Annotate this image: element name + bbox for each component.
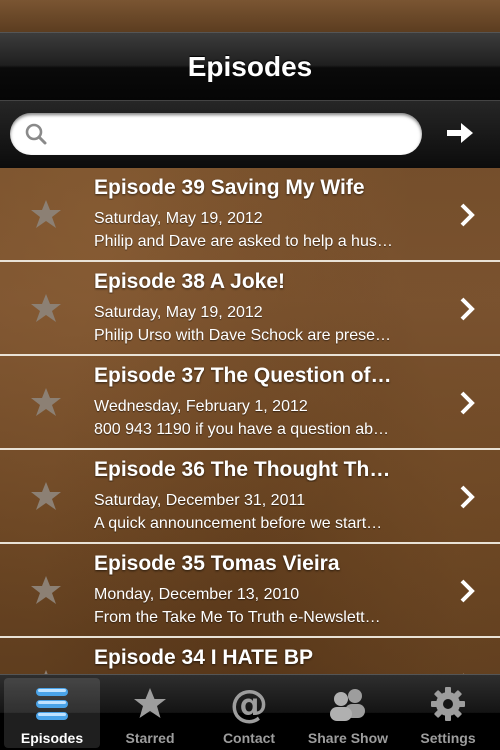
episode-date: Saturday, December 31, 2011	[94, 492, 306, 509]
chevron-right-icon	[460, 485, 475, 509]
star-icon[interactable]	[30, 292, 62, 324]
episode-row[interactable]: Episode 35 Tomas Vieira Monday, December…	[0, 544, 500, 638]
tab-starred[interactable]: Starred	[102, 678, 198, 748]
star-icon[interactable]	[30, 198, 62, 230]
star-icon[interactable]	[30, 480, 62, 512]
episode-title: Episode 38 A Joke!	[94, 270, 286, 293]
episode-title: Episode 36 The Thought Th…	[94, 458, 391, 481]
episode-row[interactable]: Episode 39 Saving My Wife Saturday, May …	[0, 168, 500, 262]
tab-settings[interactable]: Settings	[400, 678, 496, 748]
chevron-right-icon	[460, 203, 475, 227]
episode-description: 800 943 1190 if you have a question ab…	[94, 421, 390, 438]
chevron-right-icon	[460, 391, 475, 415]
svg-text:@: @	[230, 684, 268, 724]
page-title: Episodes	[187, 50, 313, 82]
navigation-bar: Episodes	[0, 32, 500, 100]
episode-title: Episode 37 The Question of…	[94, 364, 392, 387]
at-sign-icon: @	[230, 684, 268, 724]
episodes-list-icon	[36, 688, 68, 720]
people-icon	[330, 689, 365, 721]
tab-bar: Episodes Starred @ Contact Share Show Se…	[0, 674, 500, 750]
episode-description: From the Take Me To Truth e-Newslett…	[94, 609, 381, 626]
episode-date: Monday, December 13, 2010	[94, 586, 300, 603]
chevron-right-icon	[460, 297, 475, 321]
episode-title: Episode 35 Tomas Vieira	[94, 552, 340, 575]
episode-row[interactable]: Episode 34 I HATE BP	[0, 638, 500, 674]
tab-label: Contact	[222, 730, 276, 746]
search-field[interactable]	[10, 113, 422, 155]
episode-date: Saturday, May 19, 2012	[94, 304, 263, 321]
tab-contact[interactable]: @ Contact	[201, 678, 297, 748]
tab-label: Episodes	[20, 730, 84, 746]
episode-title: Episode 34 I HATE BP	[94, 646, 313, 669]
gear-icon	[431, 687, 465, 721]
episode-date: Wednesday, February 1, 2012	[94, 398, 308, 415]
tab-episodes[interactable]: Episodes	[4, 678, 100, 748]
tab-label: Share Show	[307, 730, 389, 746]
episode-list: Episode 39 Saving My Wife Saturday, May …	[0, 168, 500, 674]
chevron-right-icon	[460, 579, 475, 603]
episode-description: Philip and Dave are asked to help a hus…	[94, 233, 393, 250]
search-icon	[25, 123, 47, 145]
star-icon[interactable]	[30, 386, 62, 418]
episode-title: Episode 39 Saving My Wife	[94, 176, 365, 199]
star-icon	[134, 688, 166, 718]
tab-label: Starred	[125, 730, 175, 746]
go-arrow-icon[interactable]	[446, 122, 474, 144]
tab-label: Settings	[420, 730, 476, 746]
episode-row[interactable]: Episode 37 The Question of… Wednesday, F…	[0, 356, 500, 450]
status-bar-area	[0, 0, 500, 32]
episode-description: Philip Urso with Dave Schock are prese…	[94, 327, 392, 344]
episode-row[interactable]: Episode 36 The Thought Th… Saturday, Dec…	[0, 450, 500, 544]
episode-row[interactable]: Episode 38 A Joke! Saturday, May 19, 201…	[0, 262, 500, 356]
search-input[interactable]	[58, 119, 412, 151]
episode-description: A quick announcement before we start…	[94, 515, 383, 532]
tab-share-show[interactable]: Share Show	[300, 678, 396, 748]
search-bar	[0, 100, 500, 168]
episode-date: Saturday, May 19, 2012	[94, 210, 263, 227]
star-icon[interactable]	[30, 574, 62, 606]
